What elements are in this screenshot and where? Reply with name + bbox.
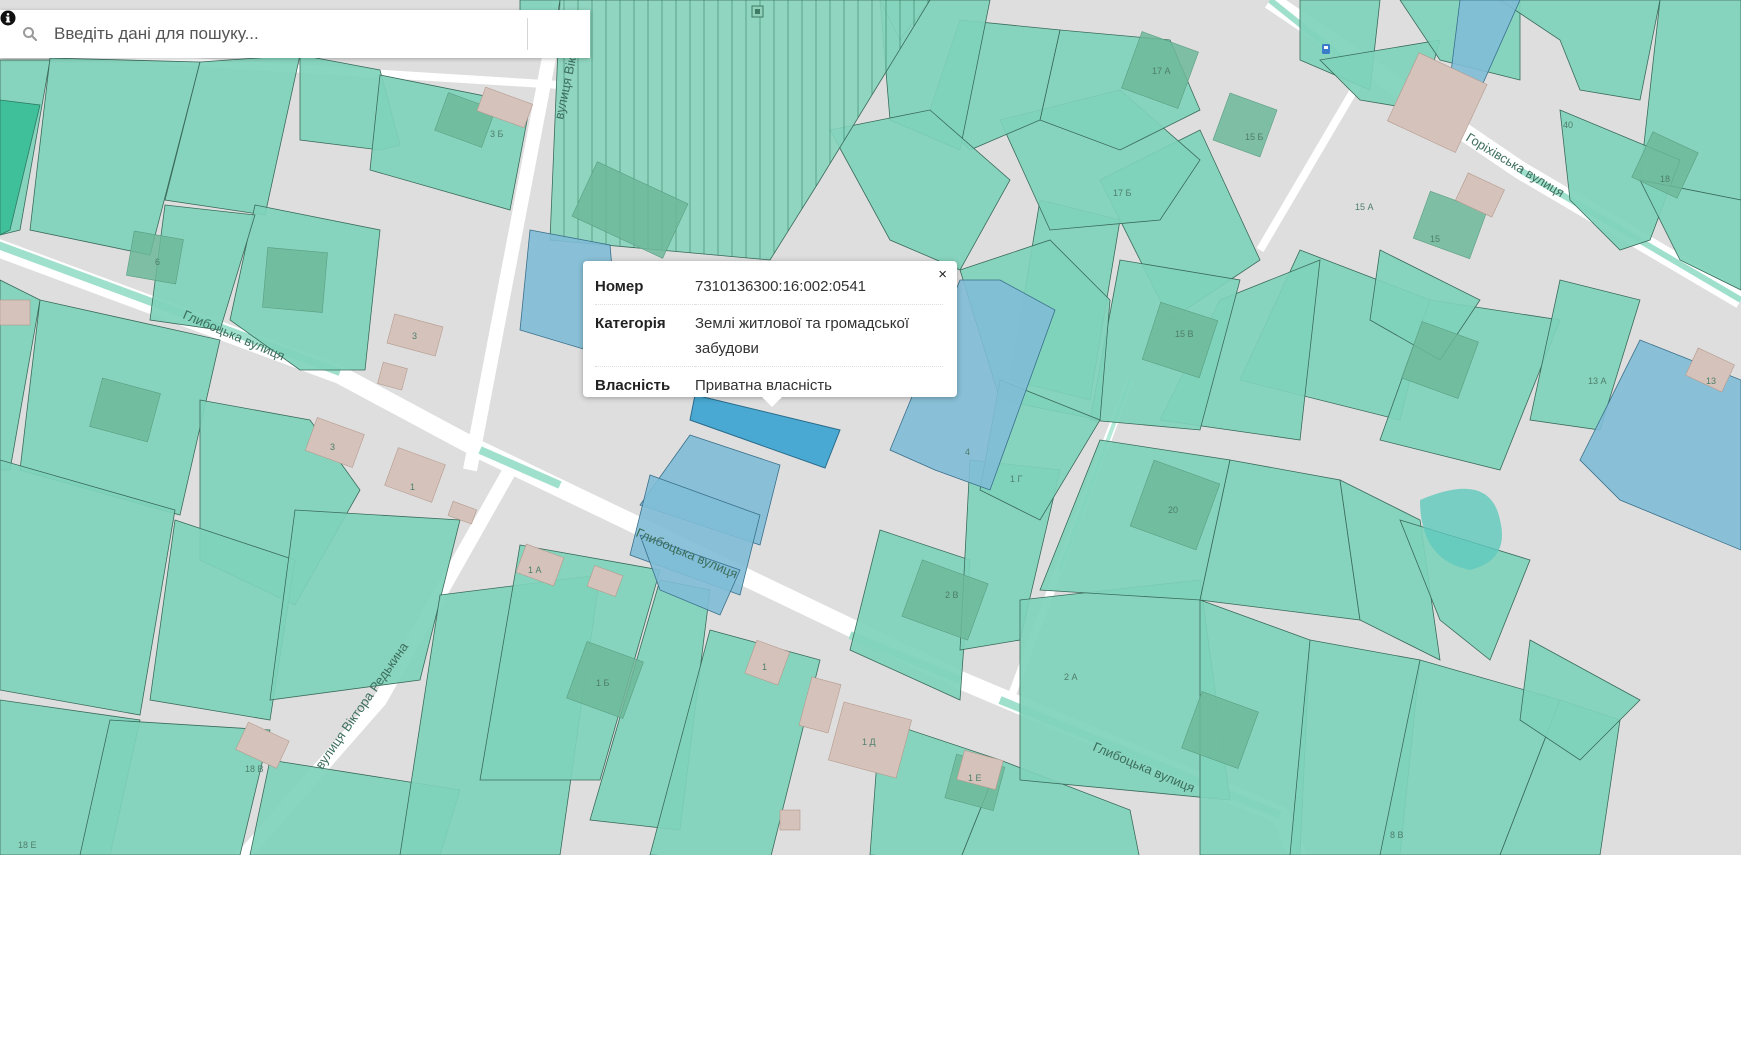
house-number: 13 А: [1588, 376, 1607, 386]
search-icon[interactable]: [22, 26, 38, 42]
parcel-info-popup: × Номер 7310136300:16:002:0541 Категорія…: [583, 261, 957, 407]
info-row-ownership: Власність Приватна власність: [595, 366, 943, 403]
house-number: 1: [762, 662, 767, 672]
house-number: 4: [965, 447, 970, 457]
house-number: 18 Е: [18, 840, 37, 850]
landmark-icon[interactable]: [751, 5, 764, 18]
house-number: 3: [412, 331, 417, 341]
info-value: 7310136300:16:002:0541: [695, 278, 867, 295]
info-icon: [0, 10, 16, 26]
house-number: 1 Б: [596, 678, 610, 688]
house-number: 2 В: [945, 590, 959, 600]
house-number: 15 А: [1355, 202, 1374, 212]
house-number: 1 Е: [968, 773, 982, 783]
house-number: 15: [1430, 234, 1440, 244]
house-number: 18: [1660, 174, 1670, 184]
house-number: 17 Б: [1113, 188, 1132, 198]
info-value: Землі житлової та громадської забудови: [695, 304, 943, 367]
house-number: 3 Б: [490, 129, 504, 139]
parcel-info-table: Номер 7310136300:16:002:0541 Категорія З…: [595, 273, 943, 403]
search-divider: [527, 18, 528, 50]
house-number: 8 В: [1390, 830, 1404, 840]
house-number: 17 А: [1152, 66, 1171, 76]
bus-stop-icon[interactable]: [1322, 44, 1330, 54]
info-key: Номер: [595, 278, 644, 295]
house-number: 3: [330, 442, 335, 452]
house-number: 1 Д: [862, 737, 876, 747]
house-number: 1 А: [528, 565, 542, 575]
info-row-number: Номер 7310136300:16:002:0541: [595, 273, 943, 305]
house-number: 40: [1563, 120, 1573, 130]
info-key: Категорія: [595, 304, 695, 367]
house-number: 1 Г: [1010, 474, 1023, 484]
search-input[interactable]: [54, 14, 519, 54]
info-button[interactable]: [0, 10, 574, 54]
house-number: 13: [1706, 376, 1716, 386]
info-key: Власність: [595, 366, 695, 403]
cadastral-map[interactable]: Глибоцька вулиця Глибоцька вулиця Глибоц…: [0, 0, 1741, 855]
house-number: 20: [1168, 505, 1178, 515]
info-value: Приватна власність: [695, 366, 943, 403]
house-number: 1: [410, 482, 415, 492]
house-number: 15 В: [1175, 329, 1194, 339]
search-bar: [0, 10, 590, 58]
map-canvas[interactable]: Глибоцька вулиця Глибоцька вулиця Глибоц…: [0, 0, 1741, 855]
house-number: 6: [155, 257, 160, 267]
house-number: 15 Б: [1245, 132, 1264, 142]
house-number: 18 В: [245, 764, 264, 774]
info-row-category: Категорія Землі житлової та громадської …: [595, 304, 943, 367]
house-number: 2 А: [1064, 672, 1078, 682]
